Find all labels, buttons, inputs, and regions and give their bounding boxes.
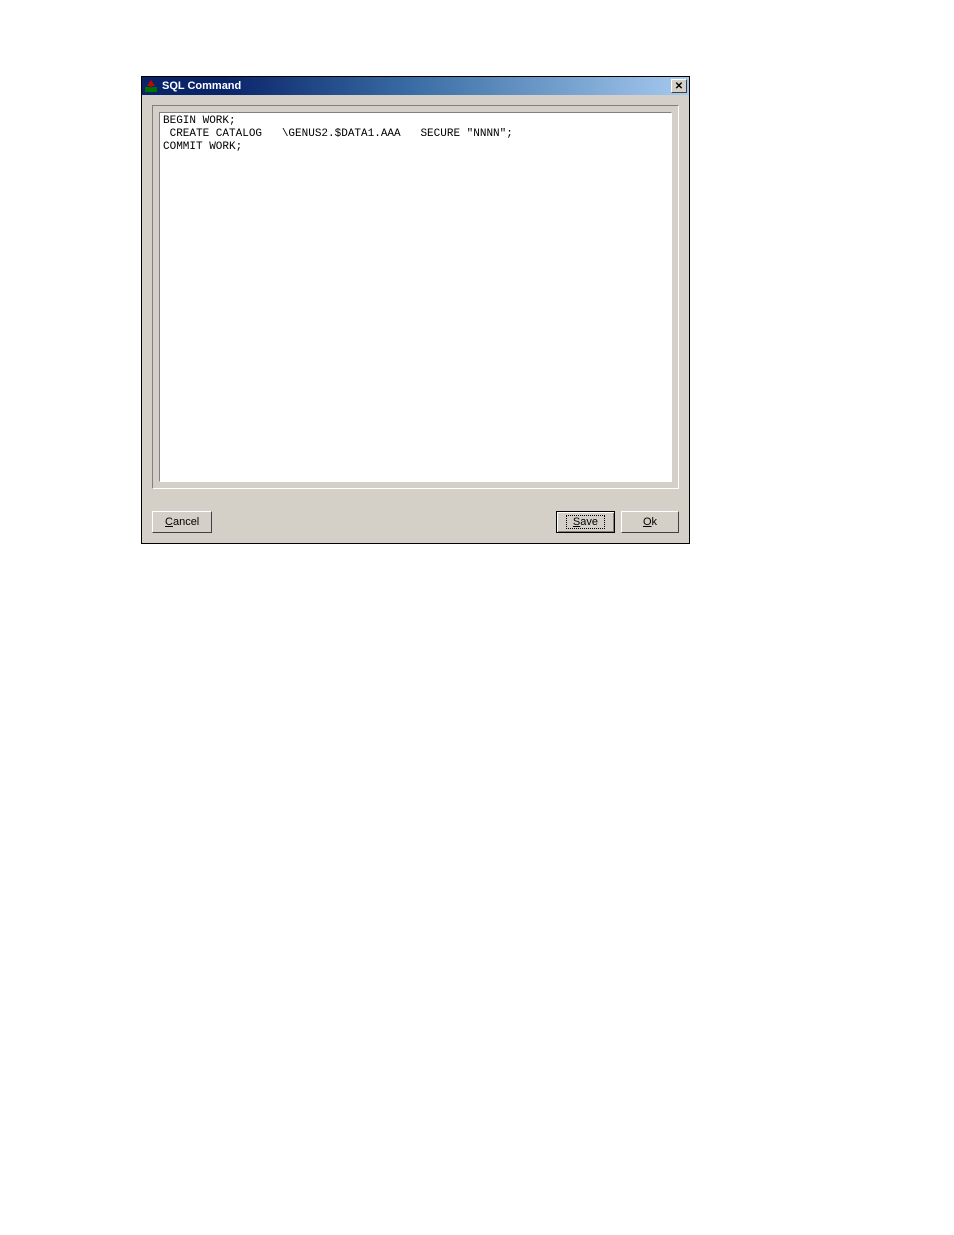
cancel-button-label: Cancel xyxy=(163,516,201,528)
window-title: SQL Command xyxy=(162,80,671,92)
ok-button-label: Ok xyxy=(641,516,659,528)
dialog-body xyxy=(142,95,689,499)
app-icon xyxy=(144,79,158,93)
save-button[interactable]: Save xyxy=(556,511,615,533)
sql-textarea[interactable] xyxy=(159,112,672,482)
cancel-button[interactable]: Cancel xyxy=(152,511,212,533)
close-icon: ✕ xyxy=(675,81,683,92)
save-button-label: Save xyxy=(566,515,605,529)
close-button[interactable]: ✕ xyxy=(671,79,687,93)
titlebar: SQL Command ✕ xyxy=(142,77,689,95)
ok-button[interactable]: Ok xyxy=(621,511,679,533)
button-row: Cancel Save Ok xyxy=(142,499,689,543)
sql-command-dialog: SQL Command ✕ Cancel Save Ok xyxy=(141,76,690,544)
editor-panel xyxy=(152,105,679,489)
